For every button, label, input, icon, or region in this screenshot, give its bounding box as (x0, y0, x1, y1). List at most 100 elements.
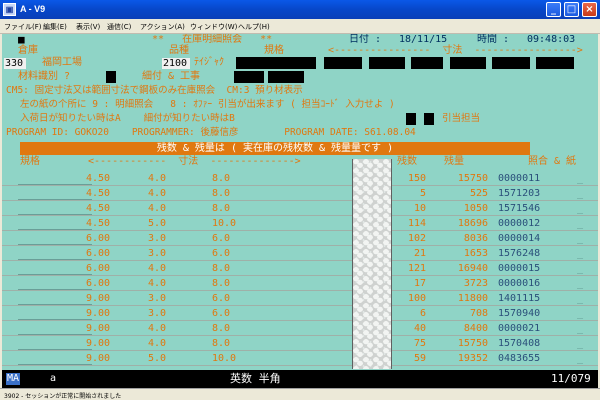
row-dash-field[interactable] (252, 277, 342, 290)
table-row[interactable]: 9.00 4.0 8.0 40 8400 0000021 _ (2, 322, 598, 336)
row-flag[interactable]: _ (577, 292, 591, 305)
row-flag[interactable]: _ (577, 172, 591, 185)
row-dash-field[interactable] (252, 217, 342, 230)
row-select-field[interactable] (18, 172, 92, 185)
row-select-field[interactable] (18, 202, 92, 215)
row-select-field[interactable] (18, 187, 92, 200)
dimension-input-2[interactable] (369, 57, 405, 69)
row-select-field[interactable] (18, 232, 92, 245)
menu-comm[interactable]: 通信(C) (107, 22, 131, 32)
menu-edit[interactable]: 編集(E) (43, 22, 67, 32)
table-row[interactable]: 4.50 4.0 8.0 150 15750 0000011 _ (2, 172, 598, 186)
row-select-field[interactable] (18, 352, 92, 365)
status-left-1: MA (6, 373, 21, 385)
table-row[interactable]: 6.00 4.0 8.0 121 16940 0000015 _ (2, 262, 598, 276)
row-select-field[interactable] (18, 247, 92, 260)
row-flag[interactable]: _ (577, 217, 591, 230)
material-label: 材料識別 ? (18, 71, 71, 82)
alloc-input[interactable] (424, 113, 434, 125)
table-row[interactable]: 6.00 3.0 6.0 102 8036 0000014 _ (2, 232, 598, 246)
table-row[interactable]: 9.00 3.0 6.0 100 11800 1401115 _ (2, 292, 598, 306)
menu-window[interactable]: ウィンドウ(W) (190, 22, 237, 32)
row-select-field[interactable] (18, 262, 92, 275)
row-flag[interactable]: _ (577, 202, 591, 215)
row-count: 121 (407, 263, 426, 274)
row-ref: 1401115 (498, 293, 541, 304)
row-dash-field[interactable] (252, 307, 342, 320)
terminal-app-icon[interactable]: ▣ (3, 3, 16, 16)
dimension-input-3[interactable] (411, 57, 443, 69)
menu-view[interactable]: 表示(V) (76, 22, 100, 32)
row-weight: 3723 (463, 278, 488, 289)
row-flag[interactable]: _ (577, 262, 591, 275)
row-flag[interactable]: _ (577, 232, 591, 245)
row-dash-field[interactable] (252, 337, 342, 350)
row-ref: 0000012 (498, 218, 541, 229)
table-row[interactable]: 9.00 4.0 8.0 75 15750 1570408 _ (2, 337, 598, 351)
menu-file[interactable]: ファイル(F) (4, 22, 42, 32)
row-dash-field[interactable] (252, 262, 342, 275)
dimension-input-1[interactable] (324, 57, 362, 69)
row-dash-field[interactable] (252, 292, 342, 305)
row-length: 6.0 (212, 308, 231, 319)
row-width: 3.0 (148, 233, 167, 244)
close-button[interactable]: × (582, 2, 597, 17)
table-row[interactable]: 4.50 4.0 8.0 5 525 1571203 _ (2, 187, 598, 201)
detail-input-1[interactable] (234, 71, 264, 83)
status-bar: MA a 英数 半角 11/079 (2, 370, 598, 388)
row-flag[interactable]: _ (577, 277, 591, 290)
row-count: 100 (407, 293, 426, 304)
row-flag[interactable]: _ (577, 322, 591, 335)
maximize-button[interactable]: □ (564, 2, 579, 17)
row-weight: 1653 (463, 248, 488, 259)
alloc-label: 引当担当 (442, 113, 481, 124)
row-select-field[interactable] (18, 307, 92, 320)
menu-action[interactable]: アクション(A) (140, 22, 185, 32)
row-thickness: 4.50 (86, 173, 111, 184)
dimension-input-4[interactable] (450, 57, 486, 69)
row-ref: 0483655 (498, 353, 541, 364)
info-line-3: 入荷日が知りたい時はA 細付が知りたい時はB (20, 113, 235, 124)
minimize-button[interactable]: _ (546, 2, 561, 17)
row-dash-field[interactable] (252, 247, 342, 260)
material-input[interactable] (106, 71, 116, 83)
product-code-field[interactable]: 2100 (162, 58, 190, 69)
row-flag[interactable]: _ (577, 247, 591, 260)
row-thickness: 9.00 (86, 293, 111, 304)
row-dash-field[interactable] (252, 322, 342, 335)
menu-help[interactable]: ヘルプ(H) (238, 22, 270, 32)
table-row[interactable]: 4.50 4.0 8.0 10 1050 1571546 _ (2, 202, 598, 216)
row-flag[interactable]: _ (577, 337, 591, 350)
row-dash-field[interactable] (252, 352, 342, 365)
warehouse-code-field[interactable]: 330 (4, 58, 26, 69)
alloc-marker[interactable] (406, 113, 416, 125)
row-thickness: 6.00 (86, 263, 111, 274)
detail-input-2[interactable] (268, 71, 304, 83)
table-row[interactable]: 9.00 3.0 6.0 6 708 1570940 _ (2, 307, 598, 321)
col-count-header: 残数 (397, 156, 417, 167)
spec-input[interactable] (236, 57, 316, 69)
row-dash-field[interactable] (252, 172, 342, 185)
terminal-screen[interactable]: ■ ** 在庫明細照会 ** 日付 : 18/11/15 時間 : 09:48:… (2, 34, 598, 370)
row-flag[interactable]: _ (577, 307, 591, 320)
table-row[interactable]: 9.00 5.0 10.0 59 19352 0483655 _ (2, 352, 598, 366)
row-weight: 19352 (457, 353, 488, 364)
table-row[interactable]: 6.00 4.0 8.0 17 3723 0000016 _ (2, 277, 598, 291)
row-dash-field[interactable] (252, 202, 342, 215)
row-select-field[interactable] (18, 337, 92, 350)
row-select-field[interactable] (18, 277, 92, 290)
row-weight: 15750 (457, 338, 488, 349)
row-select-field[interactable] (18, 292, 92, 305)
row-dash-field[interactable] (252, 232, 342, 245)
row-length: 6.0 (212, 233, 231, 244)
dimension-input-5[interactable] (492, 57, 530, 69)
row-width: 3.0 (148, 293, 167, 304)
row-select-field[interactable] (18, 217, 92, 230)
row-dash-field[interactable] (252, 187, 342, 200)
table-row[interactable]: 6.00 3.0 6.0 21 1653 1576248 _ (2, 247, 598, 261)
row-flag[interactable]: _ (577, 187, 591, 200)
row-select-field[interactable] (18, 322, 92, 335)
table-row[interactable]: 4.50 5.0 10.0 114 18696 0000012 _ (2, 217, 598, 231)
dimension-input-6[interactable] (536, 57, 574, 69)
row-flag[interactable]: _ (577, 352, 591, 365)
